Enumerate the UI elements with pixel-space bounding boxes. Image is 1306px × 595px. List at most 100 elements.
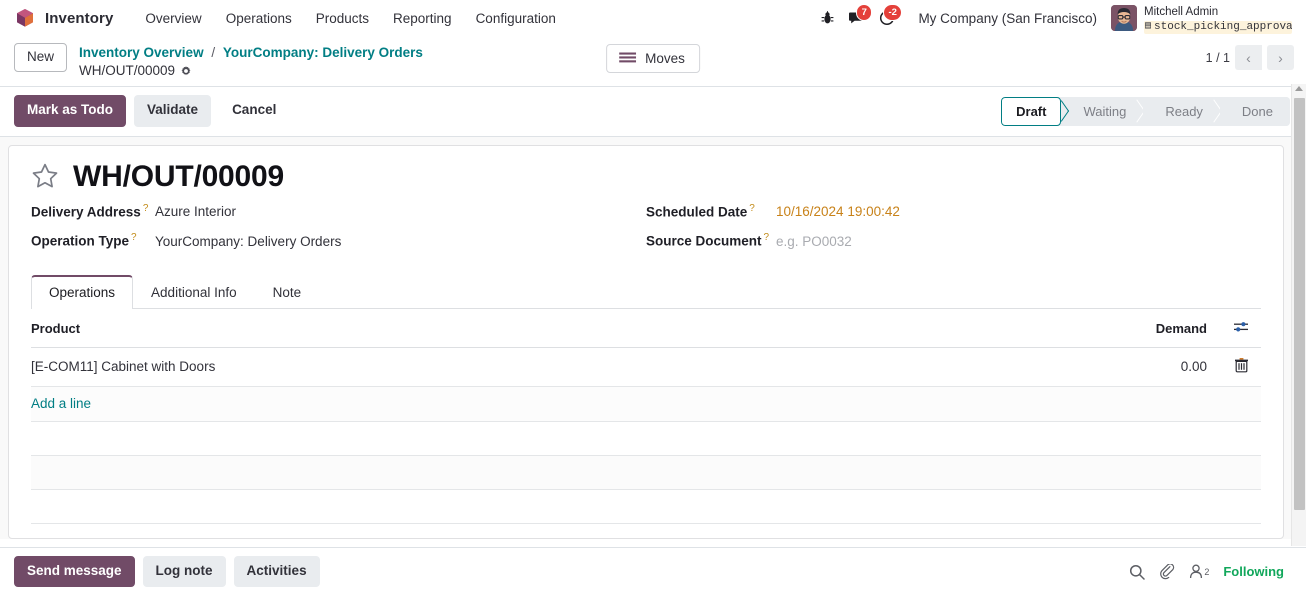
top-navbar: Inventory Overview Operations Products R… [0,0,1306,36]
gear-icon[interactable] [180,65,192,77]
breadcrumb: Inventory Overview / YourCompany: Delive… [79,43,423,80]
following-button[interactable]: Following [1223,564,1284,579]
help-marker-icon[interactable]: ? [143,203,149,214]
vertical-scrollbar[interactable] [1291,84,1306,546]
pager: 1 / 1 ‹ › [1206,43,1294,70]
validate-button[interactable]: Validate [134,95,212,127]
field-label-source-document: Source Document? [646,232,770,249]
navbar-right-tools: 7 -2 My Company (San Francisco) Mitchell… [812,2,1298,34]
scrollbar-thumb[interactable] [1294,98,1305,510]
menu-item-products[interactable]: Products [304,4,381,33]
activities-button[interactable]: Activities [233,555,320,588]
app-name[interactable]: Inventory [45,10,113,27]
field-delivery-address: Delivery Address? Azure Interior [31,203,646,220]
table-filler-row [31,421,1261,456]
followers-icon[interactable]: 2 [1189,564,1209,579]
tab-operations[interactable]: Operations [31,274,134,309]
field-value-scheduled-date[interactable]: 10/16/2024 19:00:42 [776,204,900,219]
field-label-operation-type: Operation Type? [31,232,137,249]
field-scheduled-date: Scheduled Date? 10/16/2024 19:00:42 [646,203,1261,220]
messages-badge: 7 [856,4,873,21]
pager-value[interactable]: 1 / 1 [1206,51,1230,65]
status-step-draft[interactable]: Draft [1001,96,1062,126]
pager-previous-button[interactable]: ‹ [1235,45,1262,70]
form-sheet-background: WH/OUT/00009 Delivery Address? Azure Int… [0,136,1306,539]
field-value-source-document[interactable]: e.g. PO0032 [776,234,852,249]
search-icon[interactable] [1129,564,1146,580]
add-line-row[interactable]: Add a line [31,386,1261,422]
add-line-cell[interactable]: Add a line [31,386,1261,422]
field-operation-type: Operation Type? YourCompany: Delivery Or… [31,232,646,249]
column-header-product[interactable]: Product [31,308,626,348]
activities-badge: -2 [882,4,903,21]
tab-note[interactable]: Note [255,275,320,309]
form-column-left: Delivery Address? Azure Interior Operati… [31,203,646,262]
database-icon: ▤ [1145,21,1152,33]
chatter-bar: Send message Log note Activities 2 Follo… [0,547,1306,595]
optional-columns-toggle[interactable] [1221,308,1261,348]
tab-additional-info[interactable]: Additional Info [133,275,255,309]
add-a-line-button[interactable]: Add a line [31,396,91,411]
menu-item-overview[interactable]: Overview [133,4,213,33]
user-name: Mitchell Admin [1144,6,1219,19]
attachment-paperclip-icon[interactable] [1159,563,1175,580]
moves-button-label: Moves [645,51,685,66]
field-source-document: Source Document? e.g. PO0032 [646,232,1261,249]
page-title: WH/OUT/00009 [73,159,284,193]
trash-icon[interactable] [1234,357,1248,373]
breadcrumb-item-delivery-orders[interactable]: YourCompany: Delivery Orders [223,45,423,60]
sliders-icon[interactable] [1233,320,1249,334]
table-filler-row [31,455,1261,490]
help-marker-icon[interactable]: ? [749,203,755,214]
status-step-waiting[interactable]: Waiting [1061,96,1144,126]
field-value-operation-type[interactable]: YourCompany: Delivery Orders [155,234,341,249]
cell-demand[interactable]: 0.00 [626,347,1221,387]
notebook-tabs: Operations Additional Info Note [31,274,1261,309]
column-header-demand[interactable]: Demand [626,308,1221,348]
help-marker-icon[interactable]: ? [764,232,770,243]
record-action-buttons: Mark as Todo Validate Cancel [14,95,289,127]
moves-button[interactable]: Moves [606,44,700,73]
status-step-done[interactable]: Done [1219,96,1290,126]
scroll-up-arrow-icon[interactable] [1295,86,1303,91]
database-chip: ▤ stock_picking_approvals-… [1144,20,1292,34]
menu-item-reporting[interactable]: Reporting [381,4,464,33]
log-note-button[interactable]: Log note [142,555,226,588]
pager-next-button[interactable]: › [1267,45,1294,70]
cell-product[interactable]: [E-COM11] Cabinet with Doors [31,347,626,387]
form-column-right: Scheduled Date? 10/16/2024 19:00:42 Sour… [646,203,1261,262]
breadcrumb-separator: / [211,45,216,60]
table-row[interactable]: [E-COM11] Cabinet with Doors 0.00 [31,347,1261,387]
new-button[interactable]: New [14,43,68,72]
control-panel: New Inventory Overview / YourCompany: De… [0,36,1306,88]
table-header-row: Product Demand [31,308,1261,348]
user-menu[interactable]: Mitchell Admin ▤ stock_picking_approvals… [1107,2,1294,34]
company-switcher[interactable]: My Company (San Francisco) [902,11,1107,26]
favorite-star-icon[interactable] [31,162,59,190]
activities-clock-icon[interactable]: -2 [872,4,903,31]
main-menu: Overview Operations Products Reporting C… [133,4,567,33]
help-marker-icon[interactable]: ? [131,232,137,243]
chatter-buttons: Send message Log note Activities [14,555,320,588]
field-value-delivery-address[interactable]: Azure Interior [155,204,236,219]
menu-item-operations[interactable]: Operations [214,4,304,33]
odoo-logo-icon[interactable] [14,7,36,29]
form-fields: Delivery Address? Azure Interior Operati… [31,203,1261,262]
table-filler-row [31,489,1261,524]
field-label-delivery-address: Delivery Address? [31,202,149,220]
send-message-button[interactable]: Send message [14,555,135,588]
messages-icon[interactable]: 7 [842,4,873,31]
form-sheet: WH/OUT/00009 Delivery Address? Azure Int… [8,144,1284,539]
bug-icon[interactable] [812,5,842,31]
breadcrumb-current-record: WH/OUT/00009 [79,63,176,79]
notebook: Operations Additional Info Note Product … [31,274,1261,524]
menu-item-configuration[interactable]: Configuration [464,4,568,33]
status-bar: Draft Waiting Ready Done [1001,96,1290,126]
status-step-ready[interactable]: Ready [1143,96,1220,126]
cancel-button[interactable]: Cancel [219,95,289,126]
delete-row-button[interactable] [1221,347,1261,387]
operations-table: Product Demand [E-COM11] Cabinet with Do… [31,308,1261,524]
action-bar: Mark as Todo Validate Cancel Draft Waiti… [0,87,1306,137]
mark-as-todo-button[interactable]: Mark as Todo [14,95,127,127]
breadcrumb-item-inventory-overview[interactable]: Inventory Overview [79,45,204,60]
